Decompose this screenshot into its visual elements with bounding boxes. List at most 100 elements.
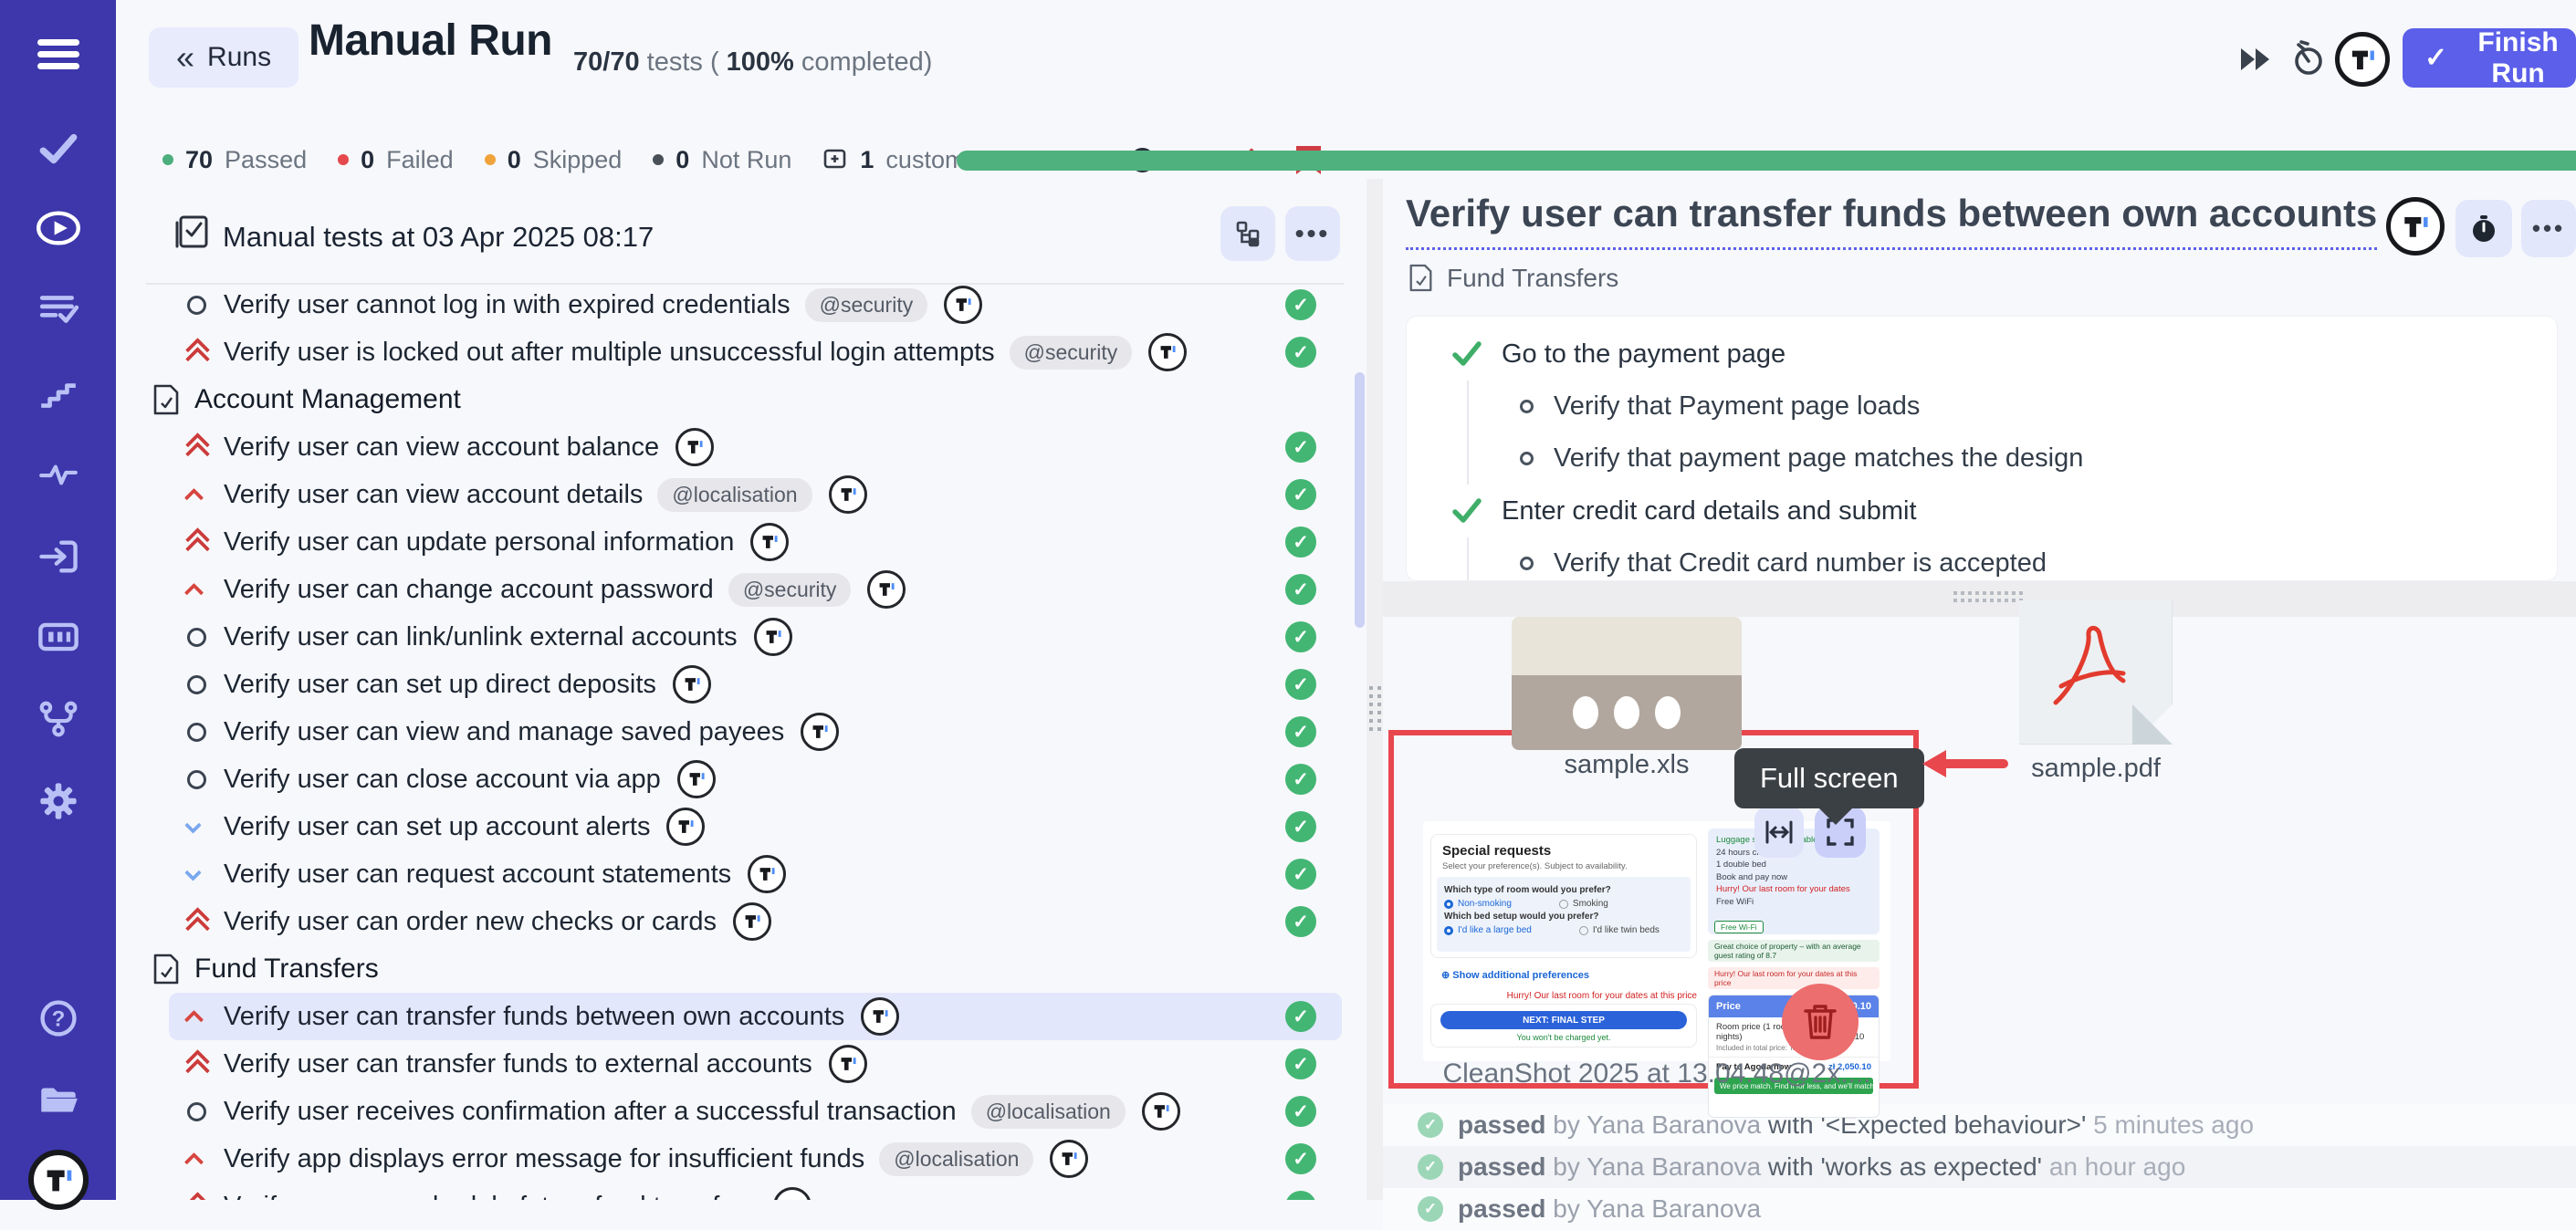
- test-title: Verify user can transfer funds between o…: [224, 1002, 844, 1032]
- passed-dot: [162, 154, 173, 165]
- test-row[interactable]: Verify user can transfer funds between o…: [169, 993, 1342, 1040]
- test-detail-title[interactable]: Verify user can transfer funds between o…: [1406, 192, 2377, 250]
- automated-tid-icon[interactable]: [1142, 1092, 1180, 1131]
- annotation-arrow-icon: [1922, 750, 2008, 777]
- reports-dashboard-icon[interactable]: [0, 615, 116, 659]
- test-row[interactable]: Verify user can set up account alerts ✓: [169, 803, 1342, 850]
- mini-hurry-text: Hurry! Our last room for your dates at t…: [1430, 991, 1697, 1001]
- step-row[interactable]: Verify that payment page matches the des…: [1467, 433, 2557, 485]
- branches-icon[interactable]: [0, 697, 116, 741]
- tag-pill[interactable]: @localisation: [657, 478, 812, 512]
- automated-tid-icon[interactable]: [666, 808, 705, 846]
- tag-pill[interactable]: @localisation: [879, 1142, 1033, 1176]
- automated-tid-icon[interactable]: [867, 570, 906, 609]
- test-row[interactable]: Verify app displays error message for in…: [169, 1135, 1342, 1183]
- automated-tid-icon[interactable]: [748, 855, 786, 893]
- milestones-steps-icon[interactable]: [0, 372, 116, 416]
- test-row[interactable]: Verify user receives confirmation after …: [169, 1088, 1342, 1135]
- custom-statuses-icon: [822, 147, 848, 172]
- test-row[interactable]: Fund Transfers: [152, 945, 1342, 993]
- pdf-attachment-label[interactable]: sample.pdf: [2019, 754, 2173, 784]
- notrun-count: 0: [675, 146, 689, 174]
- test-row[interactable]: Verify user can order new checks or card…: [169, 898, 1342, 945]
- import-icon[interactable]: [0, 535, 116, 579]
- test-row[interactable]: Verify user can request account statemen…: [169, 850, 1342, 898]
- runs-play-icon[interactable]: [0, 206, 116, 250]
- substep-circle-icon: [1520, 557, 1534, 570]
- automated-tid-icon[interactable]: [1050, 1140, 1088, 1178]
- test-row[interactable]: Verify user can set up direct deposits ✓: [169, 661, 1342, 708]
- xls-attachment-label[interactable]: sample.xls: [1512, 750, 1742, 780]
- settings-gear-icon[interactable]: [0, 779, 116, 823]
- projects-folder-icon[interactable]: [0, 1079, 116, 1122]
- delete-attachment-button[interactable]: [1782, 984, 1859, 1060]
- list-more-button[interactable]: •••: [1285, 206, 1340, 261]
- fit-width-button[interactable]: [1754, 807, 1804, 858]
- skipped-count: 0: [508, 146, 521, 174]
- test-row[interactable]: Verify user is locked out after multiple…: [169, 328, 1342, 376]
- automated-tid-icon[interactable]: [861, 997, 899, 1036]
- run-progress-bar: [957, 151, 2576, 171]
- mini-great-choice-row: Great choice of property – with an avera…: [1708, 940, 1880, 962]
- automated-tid-icon[interactable]: [750, 523, 789, 561]
- analytics-pulse-icon[interactable]: [0, 453, 116, 496]
- tests-check-icon[interactable]: [0, 126, 116, 170]
- test-row[interactable]: Verify user can link/unlink external acc…: [169, 613, 1342, 661]
- detail-more-button[interactable]: •••: [2521, 200, 2576, 257]
- finish-run-button[interactable]: ✓ Finish Run: [2403, 28, 2576, 88]
- test-row[interactable]: Verify user can schedule future fund tra…: [169, 1183, 1342, 1200]
- test-row[interactable]: Verify user cannot log in with expired c…: [169, 281, 1342, 328]
- tag-pill[interactable]: @security: [805, 288, 928, 322]
- detail-ai-logo-icon[interactable]: [2386, 197, 2445, 255]
- test-row[interactable]: Verify user can view and manage saved pa…: [169, 708, 1342, 756]
- testomat-logo[interactable]: [0, 1148, 116, 1212]
- tag-pill[interactable]: @security: [1010, 336, 1133, 370]
- tree-view-button[interactable]: [1220, 206, 1275, 261]
- test-row[interactable]: Account Management: [152, 376, 1342, 423]
- fast-forward-icon[interactable]: [2238, 43, 2273, 76]
- tag-pill[interactable]: @security: [728, 573, 852, 607]
- menu-icon[interactable]: [0, 27, 116, 80]
- breadcrumb[interactable]: Fund Transfers: [1408, 263, 1618, 293]
- step-row[interactable]: Verify that Payment page loads: [1467, 380, 2557, 433]
- ai-assistant-logo-icon[interactable]: [2335, 32, 2390, 87]
- timer-icon[interactable]: [2288, 38, 2328, 78]
- automated-tid-icon[interactable]: [801, 713, 839, 751]
- automated-tid-icon[interactable]: [829, 1045, 867, 1083]
- automated-tid-icon[interactable]: [733, 902, 771, 941]
- test-title: Verify user can close account via app: [224, 765, 661, 795]
- test-row[interactable]: Verify user can view account details @lo…: [169, 471, 1342, 518]
- test-row[interactable]: Verify user can transfer funds to extern…: [169, 1040, 1342, 1088]
- failed-count: 0: [361, 146, 374, 174]
- test-title: Verify user cannot log in with expired c…: [224, 290, 791, 320]
- automated-tid-icon[interactable]: [1148, 333, 1187, 371]
- test-row[interactable]: Verify user can update personal informat…: [169, 518, 1342, 566]
- detail-timer-button[interactable]: [2456, 200, 2512, 257]
- history-row[interactable]: ✓ passed by Yana Baranova: [1383, 1188, 2576, 1230]
- automated-tid-icon[interactable]: [829, 475, 867, 514]
- help-icon[interactable]: ?: [0, 996, 116, 1040]
- test-row[interactable]: Verify user can change account password …: [169, 566, 1342, 613]
- step-row[interactable]: Verify that Credit card number is accept…: [1467, 537, 2557, 581]
- test-status-icon: [187, 867, 224, 882]
- panel-splitter[interactable]: [1367, 179, 1383, 1200]
- automated-tid-icon[interactable]: [773, 1187, 812, 1200]
- list-scrollbar[interactable]: [1355, 372, 1365, 628]
- automated-tid-icon[interactable]: [754, 618, 792, 656]
- test-row[interactable]: Verify user can view account balance ✓: [169, 423, 1342, 471]
- automated-tid-icon[interactable]: [677, 760, 716, 798]
- step-row[interactable]: Enter credit card details and submit: [1407, 485, 2557, 537]
- xls-attachment-thumbnail[interactable]: [1512, 617, 1742, 750]
- automated-tid-icon[interactable]: [944, 286, 982, 324]
- pdf-attachment-icon[interactable]: [2019, 600, 2173, 745]
- automated-tid-icon[interactable]: [673, 665, 711, 704]
- automated-tid-icon[interactable]: [675, 428, 714, 466]
- test-row[interactable]: Verify user can close account via app ✓: [169, 756, 1342, 803]
- step-row[interactable]: Go to the payment page: [1407, 328, 2557, 380]
- history-row[interactable]: ✓ passed by Yana Baranova with '<Expecte…: [1383, 1104, 2576, 1146]
- screenshot-attachment-label[interactable]: CleanShot 2025 at 13.04.48@2x....: [1423, 1058, 1890, 1089]
- history-row[interactable]: ✓ passed by Yana Baranova with 'works as…: [1383, 1146, 2576, 1188]
- tag-pill[interactable]: @localisation: [971, 1095, 1126, 1129]
- test-plans-icon[interactable]: [0, 287, 116, 330]
- back-to-runs-button[interactable]: « Runs: [149, 27, 298, 88]
